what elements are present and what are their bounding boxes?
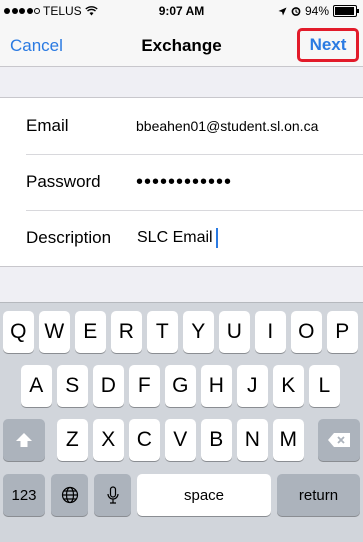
key-h[interactable]: H <box>201 365 232 407</box>
battery-fill <box>335 7 354 15</box>
key-i[interactable]: I <box>255 311 286 353</box>
description-field-wrap[interactable]: SLC Email <box>137 228 218 248</box>
shift-icon <box>16 433 32 447</box>
microphone-icon <box>106 486 119 504</box>
nav-bar: Cancel Exchange Next <box>0 24 363 67</box>
email-row[interactable]: Email bbeahen01@student.sl.on.ca <box>26 98 363 155</box>
key-m[interactable]: M <box>273 419 304 461</box>
password-field[interactable]: •••••••••••• <box>136 171 232 194</box>
delete-icon <box>328 433 350 447</box>
password-label: Password <box>26 172 101 191</box>
shift-key[interactable] <box>3 419 45 461</box>
key-o[interactable]: O <box>291 311 322 353</box>
delete-key[interactable] <box>318 419 360 461</box>
key-a[interactable]: A <box>21 365 52 407</box>
key-k[interactable]: K <box>273 365 304 407</box>
return-key[interactable]: return <box>277 474 360 516</box>
alarm-icon <box>291 7 301 16</box>
password-row[interactable]: Password •••••••••••• <box>26 154 363 211</box>
key-z[interactable]: Z <box>57 419 88 461</box>
key-p[interactable]: P <box>327 311 358 353</box>
key-f[interactable]: F <box>129 365 160 407</box>
microphone-key[interactable] <box>94 474 131 516</box>
numbers-key[interactable]: 123 <box>3 474 45 516</box>
key-l[interactable]: L <box>309 365 340 407</box>
key-g[interactable]: G <box>165 365 196 407</box>
space-key[interactable]: space <box>137 474 271 516</box>
key-q[interactable]: Q <box>3 311 34 353</box>
key-u[interactable]: U <box>219 311 250 353</box>
key-e[interactable]: E <box>75 311 106 353</box>
location-arrow-icon <box>278 7 287 15</box>
status-bar: TELUS 9:07 AM 94% <box>0 0 363 24</box>
key-d[interactable]: D <box>93 365 124 407</box>
key-v[interactable]: V <box>165 419 196 461</box>
email-label: Email <box>26 116 69 135</box>
account-form: Email bbeahen01@student.sl.on.ca Passwor… <box>0 97 363 267</box>
keyboard: 123 space return QWERTYUIOP ASDFGHJKL ZXCV… <box>0 302 363 542</box>
key-r[interactable]: R <box>111 311 142 353</box>
email-field[interactable]: bbeahen01@student.sl.on.ca <box>136 118 318 134</box>
key-s[interactable]: S <box>57 365 88 407</box>
key-y[interactable]: Y <box>183 311 214 353</box>
battery-icon <box>333 5 359 17</box>
text-caret <box>215 228 218 248</box>
key-b[interactable]: B <box>201 419 232 461</box>
key-w[interactable]: W <box>39 311 70 353</box>
next-button[interactable]: Next <box>297 28 359 62</box>
description-label: Description <box>26 228 112 247</box>
description-row[interactable]: Description SLC Email <box>26 210 363 266</box>
status-right-group: 94% <box>278 4 359 18</box>
key-n[interactable]: N <box>237 419 268 461</box>
battery-percent: 94% <box>304 4 329 18</box>
globe-key[interactable] <box>51 474 88 516</box>
key-x[interactable]: X <box>93 419 124 461</box>
key-j[interactable]: J <box>237 365 268 407</box>
globe-icon <box>61 486 78 504</box>
description-field[interactable]: SLC Email <box>137 229 213 246</box>
key-c[interactable]: C <box>129 419 160 461</box>
key-t[interactable]: T <box>147 311 178 353</box>
